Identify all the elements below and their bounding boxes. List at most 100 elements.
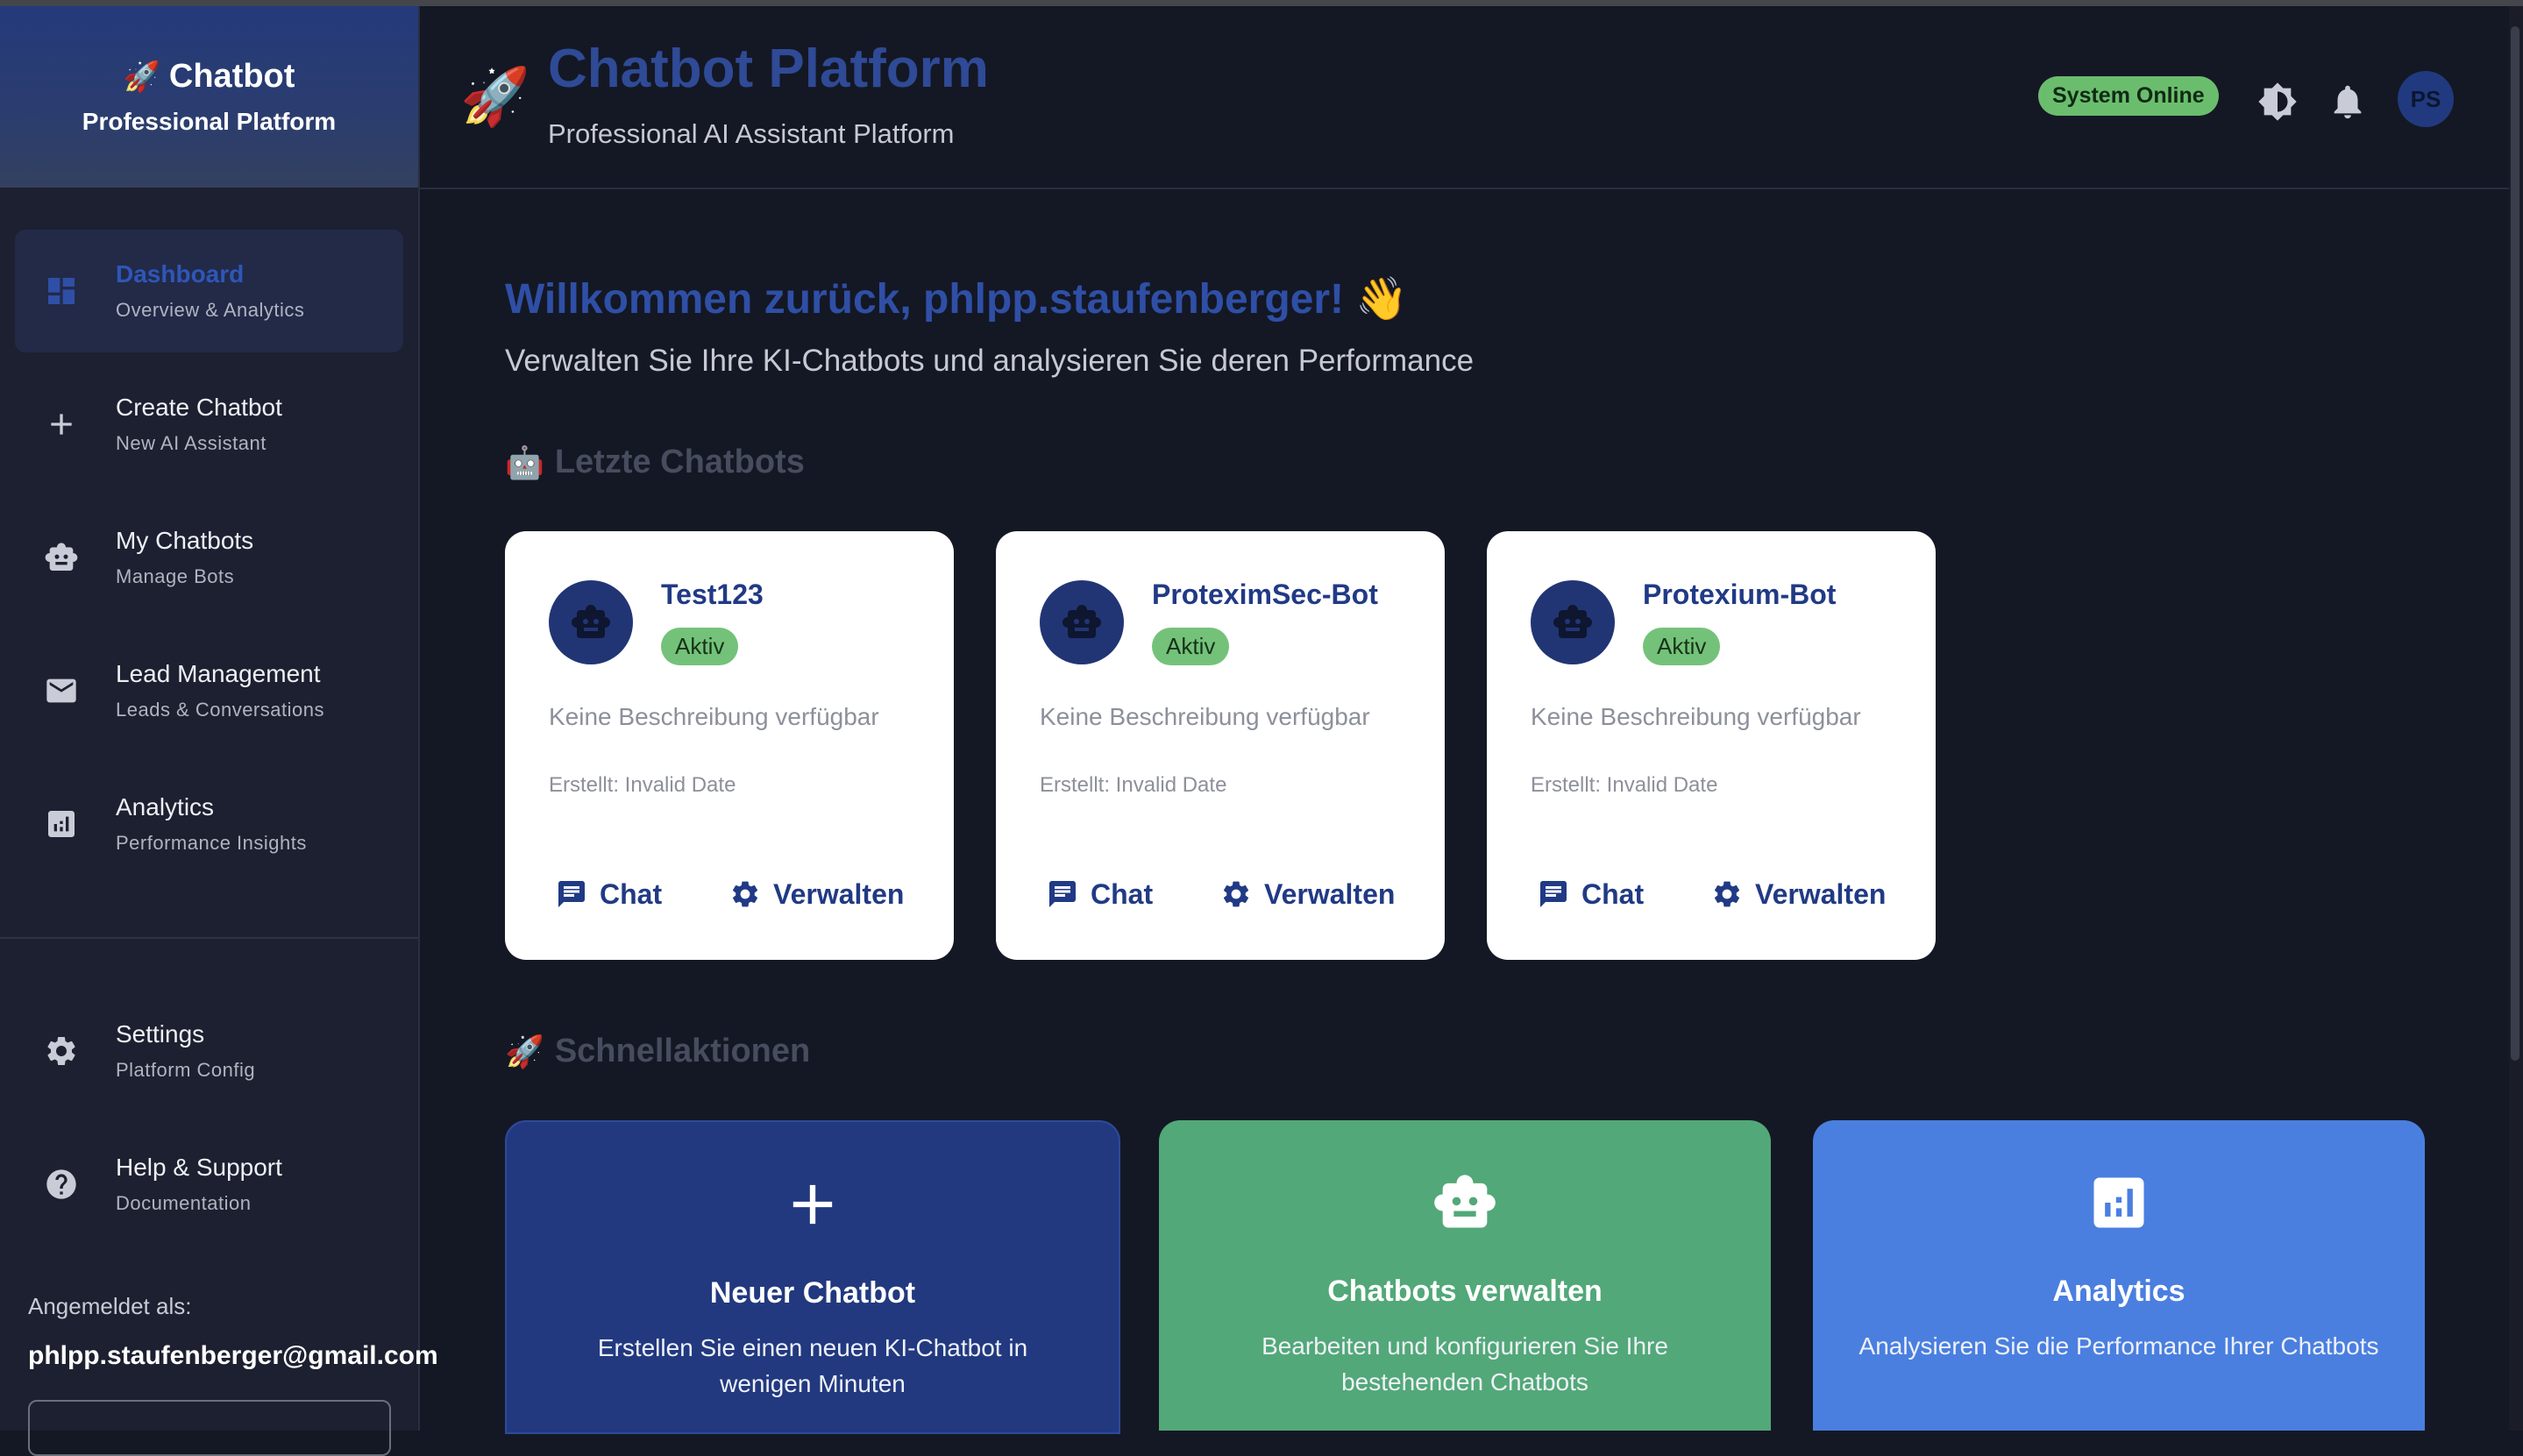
chat-button[interactable]: Chat xyxy=(1047,871,1153,917)
sidebar-item-sublabel: Manage Bots xyxy=(116,565,235,587)
sidebar-bottom-nav: Settings Platform Config Help & Support … xyxy=(0,990,418,1256)
manage-button[interactable]: Verwalten xyxy=(729,871,904,917)
section-title-text: Letzte Chatbots xyxy=(554,444,805,480)
chatbot-card: Protexium-Bot Aktiv Keine Beschreibung v… xyxy=(1487,531,1936,960)
sidebar-item-help-support[interactable]: Help & Support Documentation xyxy=(15,1123,403,1246)
chat-icon xyxy=(1049,881,1076,907)
help-icon xyxy=(44,1167,79,1202)
account-label: Angemeldet als: xyxy=(28,1293,192,1319)
dashboard-icon xyxy=(44,273,79,309)
rocket-icon: 🚀 xyxy=(123,60,160,94)
bot-description: Keine Beschreibung verfügbar xyxy=(549,703,879,730)
bot-avatar xyxy=(549,580,633,664)
bot-avatar xyxy=(1531,580,1615,664)
chat-button[interactable]: Chat xyxy=(1538,871,1644,917)
manage-button[interactable]: Verwalten xyxy=(1711,871,1886,917)
quick-action-description: Bearbeiten und konfigurieren Sie Ihre be… xyxy=(1262,1332,1668,1396)
status-badge: Aktiv xyxy=(1643,628,1721,665)
status-badge: Aktiv xyxy=(661,628,739,665)
bot-name: Protexium-Bot xyxy=(1643,579,1837,610)
sidebar-item-settings[interactable]: Settings Platform Config xyxy=(15,990,403,1112)
sidebar-item-label: Dashboard xyxy=(116,260,245,288)
bell-icon[interactable] xyxy=(2328,82,2368,122)
window-top-border xyxy=(0,0,2523,6)
chat-button[interactable]: Chat xyxy=(556,871,662,917)
logout-button[interactable] xyxy=(28,1400,391,1456)
chatbot-card: ProteximSec-Bot Aktiv Keine Beschreibung… xyxy=(996,531,1445,960)
gear-icon xyxy=(732,881,758,907)
analytics-icon xyxy=(44,806,79,842)
chatbot-card: Test123 Aktiv Keine Beschreibung verfügb… xyxy=(505,531,954,960)
robot-icon xyxy=(1434,1175,1496,1228)
sidebar-item-sublabel: Leads & Conversations xyxy=(116,699,324,721)
section-title-text: Schnellaktionen xyxy=(554,1033,811,1069)
sidebar-item-label: Settings xyxy=(116,1020,205,1048)
recent-chatbots-heading: 🤖 Letzte Chatbots xyxy=(505,444,805,481)
sidebar-item-sublabel: Overview & Analytics xyxy=(116,299,305,321)
robot-icon xyxy=(572,605,610,638)
plus-icon xyxy=(44,407,79,442)
manage-button-label: Verwalten xyxy=(773,877,905,910)
sidebar-item-sublabel: Platform Config xyxy=(116,1059,256,1081)
scrollbar-thumb[interactable] xyxy=(2511,26,2519,1061)
gear-icon xyxy=(1714,881,1740,907)
bot-name: ProteximSec-Bot xyxy=(1152,579,1378,610)
quick-action-title: Analytics xyxy=(2052,1275,2185,1308)
plus-icon xyxy=(792,1184,833,1225)
quick-action-title: Chatbots verwalten xyxy=(1327,1275,1603,1308)
chat-button-label: Chat xyxy=(1091,877,1154,910)
gear-icon xyxy=(1223,881,1249,907)
bot-created-date: Erstellt: Invalid Date xyxy=(1040,773,1227,797)
quick-action-new-chatbot[interactable]: Neuer Chatbot Erstellen Sie einen neuen … xyxy=(505,1120,1120,1434)
sidebar-item-sublabel: Performance Insights xyxy=(116,832,307,854)
page-title: Chatbot Platform xyxy=(548,39,989,99)
robot-emoji-icon: 🤖 xyxy=(505,444,544,480)
sidebar-nav: Dashboard Overview & Analytics Create Ch… xyxy=(0,188,418,885)
account-email: phlpp.staufenberger@gmail.com xyxy=(28,1341,438,1370)
robot-icon xyxy=(1553,605,1592,638)
bot-name: Test123 xyxy=(661,579,764,610)
bot-description: Keine Beschreibung verfügbar xyxy=(1040,703,1370,730)
quick-action-analytics[interactable]: Analytics Analysieren Sie die Performanc… xyxy=(1813,1120,2425,1431)
manage-button-label: Verwalten xyxy=(1755,877,1887,910)
brand-name: Chatbot xyxy=(168,58,295,95)
mail-icon xyxy=(44,673,79,708)
sidebar-item-sublabel: New AI Assistant xyxy=(116,432,267,454)
sidebar-item-dashboard[interactable]: Dashboard Overview & Analytics xyxy=(15,230,403,352)
sidebar-item-create-chatbot[interactable]: Create Chatbot New AI Assistant xyxy=(15,363,403,486)
account-info: Angemeldet als: phlpp.staufenberger@gmai… xyxy=(28,1293,438,1371)
analytics-icon xyxy=(2093,1177,2144,1228)
brand-header[interactable]: 🚀 Chatbot Professional Platform xyxy=(0,6,418,188)
welcome-title: Willkommen zurück, phlpp.staufenberger! … xyxy=(505,276,1409,323)
gear-icon xyxy=(44,1033,79,1069)
quick-actions-heading: 🚀 Schnellaktionen xyxy=(505,1033,810,1070)
chat-button-label: Chat xyxy=(600,877,663,910)
sidebar-item-label: Lead Management xyxy=(116,660,321,687)
sidebar-item-analytics[interactable]: Analytics Performance Insights xyxy=(15,763,403,885)
sidebar: 🚀 Chatbot Professional Platform Dashboar… xyxy=(0,6,438,1456)
chat-icon xyxy=(1540,881,1567,907)
rocket-icon: 🚀 xyxy=(505,1033,544,1069)
bot-description: Keine Beschreibung verfügbar xyxy=(1531,703,1861,730)
welcome-subtitle: Verwalten Sie Ihre KI-Chatbots und analy… xyxy=(505,344,1475,378)
sidebar-item-my-chatbots[interactable]: My Chatbots Manage Bots xyxy=(15,496,403,619)
manage-button-label: Verwalten xyxy=(1264,877,1396,910)
page-subtitle: Professional AI Assistant Platform xyxy=(548,118,955,149)
sidebar-divider xyxy=(0,937,418,939)
quick-action-description: Analysieren Sie die Performance Ihrer Ch… xyxy=(1858,1332,2379,1360)
manage-button[interactable]: Verwalten xyxy=(1220,871,1395,917)
sidebar-item-sublabel: Documentation xyxy=(116,1192,252,1214)
sidebar-item-lead-management[interactable]: Lead Management Leads & Conversations xyxy=(15,629,403,752)
rocket-icon: 🚀 xyxy=(460,65,530,128)
status-badge: System Online xyxy=(2038,76,2219,116)
top-header: 🚀 Chatbot Platform Professional AI Assis… xyxy=(420,6,2523,189)
quick-action-description: Erstellen Sie einen neuen KI-Chatbot in … xyxy=(597,1334,1028,1397)
bot-created-date: Erstellt: Invalid Date xyxy=(549,773,736,797)
quick-action-manage-chatbots[interactable]: Chatbots verwalten Bearbeiten und konfig… xyxy=(1159,1120,1771,1431)
sidebar-item-label: My Chatbots xyxy=(116,527,254,554)
quick-action-title: Neuer Chatbot xyxy=(709,1276,916,1310)
robot-icon xyxy=(44,540,79,575)
theme-toggle-icon[interactable] xyxy=(2257,82,2298,122)
avatar[interactable]: PS xyxy=(2398,71,2454,127)
brand-title: 🚀 Chatbot xyxy=(124,58,295,96)
